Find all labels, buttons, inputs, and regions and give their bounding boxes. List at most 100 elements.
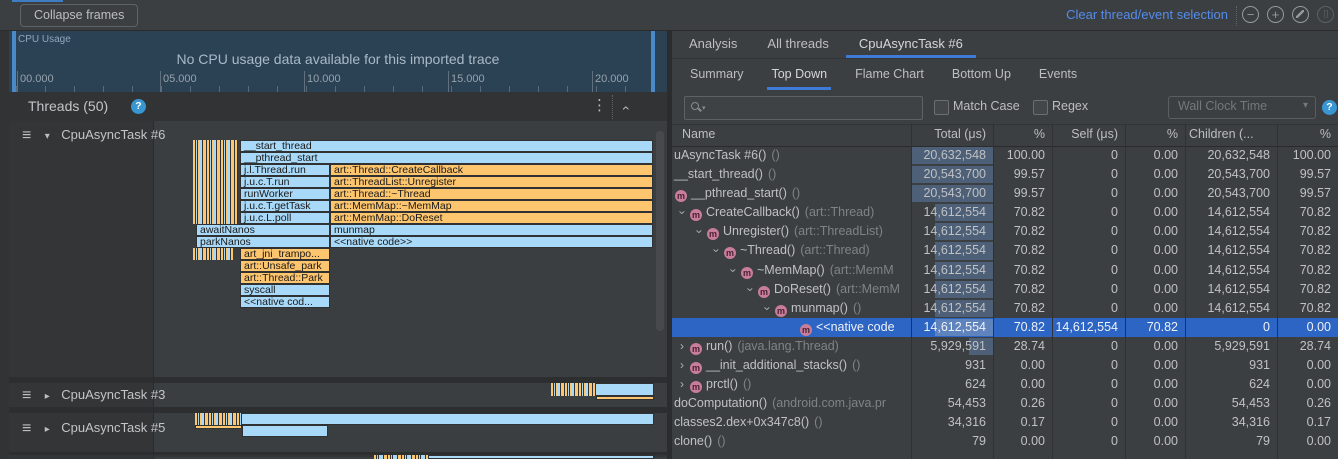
flame-bar[interactable]: awaitNanos (196, 224, 330, 236)
col-self[interactable]: Self (μs) (1052, 124, 1118, 145)
row-annotation: (art::Thread) (800, 243, 869, 257)
flame-bar[interactable] (242, 425, 328, 437)
match-case-checkbox[interactable] (934, 100, 949, 115)
flame-bar[interactable] (428, 455, 654, 459)
col-total-pct[interactable]: % (993, 124, 1045, 145)
filter-help-icon[interactable]: ? (1322, 100, 1337, 115)
column-separator[interactable] (1185, 124, 1186, 459)
flame-bar[interactable]: art::ThreadList::Unregister (330, 176, 653, 188)
table-row[interactable]: ›mrun()(java.lang.Thread) 5,929,591 28.7… (672, 337, 1338, 356)
activity-barcode (193, 188, 238, 200)
tree-chevron-icon[interactable]: › (674, 375, 690, 394)
table-row[interactable]: ›mUnregister()(art::ThreadList) 14,612,5… (672, 222, 1338, 241)
children-value: 54,453 (1185, 394, 1277, 413)
flame-bar[interactable]: art::Thread::Park (240, 272, 330, 284)
activity-barcode (193, 248, 233, 260)
tree-chevron-icon[interactable]: › (674, 356, 690, 375)
tree-chevron-icon[interactable]: › (673, 205, 692, 221)
table-row[interactable]: mclone()() 79 0.00 0 0.00 79 0.00 (672, 432, 1338, 451)
column-separator[interactable] (911, 124, 912, 459)
table-row[interactable]: ›mmunmap()() 14,612,554 70.82 0 0.00 14,… (672, 299, 1338, 318)
cpu-usage-section[interactable]: CPU Usage No CPU usage data available fo… (9, 31, 667, 92)
tab-top-down[interactable]: Top Down (757, 59, 841, 91)
children-value: 14,612,554 (1185, 203, 1277, 222)
table-row[interactable]: mclasses2.dex+0x347c8()() 34,316 0.17 0 … (672, 413, 1338, 432)
table-row[interactable]: ›m~MemMap()(art::MemM 14,612,554 70.82 0… (672, 261, 1338, 280)
activity-barcode (551, 383, 596, 396)
table-row[interactable]: m__start_thread()() 20,543,700 99.57 0 0… (672, 165, 1338, 184)
flame-bar[interactable] (596, 396, 654, 400)
tree-chevron-icon[interactable]: › (724, 262, 743, 278)
flame-bar[interactable]: syscall (240, 284, 330, 296)
kebab-menu-icon[interactable]: ⋮ (592, 96, 607, 114)
collapse-section-icon[interactable]: › (616, 106, 632, 111)
flame-bar[interactable]: __pthread_start (240, 152, 653, 164)
flame-bar[interactable] (195, 425, 242, 429)
table-row[interactable]: muAsyncTask #6()() 20,632,548 100.00 0 0… (672, 146, 1338, 165)
table-row[interactable]: ›mprctl()() 624 0.00 0 0.00 624 0.00 (672, 375, 1338, 394)
flame-bar[interactable]: munmap (330, 224, 653, 236)
table-row[interactable]: ›m__init_additional_stacks()() 931 0.00 … (672, 356, 1338, 375)
children-value: 0 (1185, 318, 1277, 337)
column-separator[interactable] (1052, 124, 1053, 459)
tab-bottom-up[interactable]: Bottom Up (938, 59, 1025, 91)
collapse-frames-button[interactable]: Collapse frames (20, 4, 138, 27)
flame-bar[interactable]: __start_thread (240, 140, 653, 152)
tree-chevron-icon[interactable]: › (758, 300, 777, 316)
tree-chevron-icon[interactable]: › (741, 281, 760, 297)
table-row[interactable]: mdoComputation()(android.com.java.pr 54,… (672, 394, 1338, 413)
flame-bar[interactable]: runWorker (240, 188, 330, 200)
tab-analysis[interactable]: Analysis (674, 31, 752, 58)
tab-events[interactable]: Events (1025, 59, 1091, 91)
flame-bar[interactable]: art::Unsafe_park (240, 260, 330, 272)
threads-help-icon[interactable]: ? (131, 99, 146, 114)
flame-bar[interactable]: j.u.c.T.getTask (240, 200, 330, 212)
flame-bar[interactable]: parkNanos (196, 236, 330, 248)
col-children-pct[interactable]: % (1277, 124, 1331, 145)
col-children[interactable]: Children (... (1189, 124, 1275, 145)
tab-all-threads[interactable]: All threads (752, 31, 843, 58)
row-annotation: (art::MemM (830, 263, 894, 277)
col-name[interactable]: Name (682, 124, 907, 145)
table-row[interactable]: m<<native code 14,612,554 70.82 14,612,5… (672, 318, 1338, 337)
tab-cpuasynctask6[interactable]: CpuAsyncTask #6 (844, 31, 978, 58)
clock-mode-select[interactable]: Wall Clock Time ▾ (1168, 96, 1316, 119)
flame-bar[interactable]: j.u.c.L.poll (240, 212, 330, 224)
search-input[interactable] (713, 98, 917, 118)
flame-bar[interactable]: art::Thread::CreateCallback (330, 164, 653, 176)
clear-selection-link[interactable]: Clear thread/event selection (1066, 7, 1228, 22)
children-pct-value: 70.82 (1277, 241, 1338, 260)
search-options-caret-icon[interactable]: ▾ (702, 104, 706, 112)
reset-zoom-icon[interactable] (1292, 6, 1309, 23)
zoom-in-icon[interactable]: + (1267, 6, 1284, 23)
flame-bar[interactable]: art::MemMap::~MemMap (330, 200, 653, 212)
table-row[interactable]: m__pthread_start()() 20,543,700 99.57 0 … (672, 184, 1338, 203)
regex-checkbox[interactable] (1033, 100, 1048, 115)
tree-chevron-icon[interactable]: › (690, 224, 709, 240)
flame-bar[interactable]: j.u.c.T.run (240, 176, 330, 188)
flame-bar[interactable]: art::MemMap::DoReset (330, 212, 653, 224)
col-self-pct[interactable]: % (1125, 124, 1178, 145)
table-row[interactable]: ›m~Thread()(art::Thread) 14,612,554 70.8… (672, 241, 1338, 260)
flame-bar[interactable]: j.l.Thread.run (240, 164, 330, 176)
self-pct-value: 0.00 (1125, 203, 1185, 222)
tab-flame-chart[interactable]: Flame Chart (841, 59, 938, 91)
table-row[interactable]: ›mDoReset()(art::MemM 14,612,554 70.82 0… (672, 280, 1338, 299)
flame-bar[interactable] (195, 413, 654, 425)
flame-bar[interactable]: <<native code>> (330, 236, 653, 248)
column-separator[interactable] (1125, 124, 1126, 459)
tree-chevron-icon[interactable]: › (674, 337, 690, 356)
column-separator[interactable] (993, 124, 994, 459)
flame-bar[interactable]: <<native cod... (240, 296, 330, 308)
method-icon: m (724, 247, 736, 259)
search-field[interactable]: ▾ (684, 96, 923, 120)
zoom-out-icon[interactable]: − (1242, 6, 1259, 23)
flame-bar[interactable]: art::Thread::~Thread (330, 188, 653, 200)
column-separator[interactable] (1277, 124, 1278, 459)
table-row[interactable]: ›mCreateCallback()(art::Thread) 14,612,5… (672, 203, 1338, 222)
flame-bar[interactable]: art_jni_trampo... (240, 248, 330, 260)
tree-chevron-icon[interactable]: › (707, 243, 726, 259)
zoom-to-selection-icon[interactable]: [ ] (1317, 6, 1334, 23)
col-total[interactable]: Total (μs) (911, 124, 986, 145)
tab-summary[interactable]: Summary (676, 59, 757, 91)
